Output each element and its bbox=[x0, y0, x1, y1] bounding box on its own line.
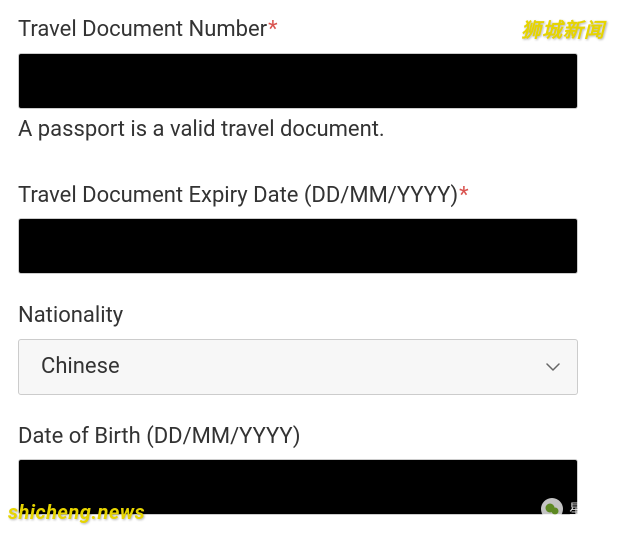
watermark-text: 星传媒 bbox=[569, 499, 611, 519]
travel-doc-number-group: Travel Document Number* A passport is a … bbox=[18, 16, 607, 142]
nationality-label: Nationality bbox=[18, 302, 607, 331]
travel-doc-expiry-label: Travel Document Expiry Date (DD/MM/YYYY)… bbox=[18, 182, 607, 211]
watermark-bottom-left: shicheng.news bbox=[8, 500, 145, 524]
watermark-top-right: 狮城新闻 bbox=[521, 14, 605, 43]
travel-doc-number-input[interactable] bbox=[18, 53, 578, 109]
watermark-bottom-right: 星传媒 bbox=[541, 498, 611, 520]
travel-doc-expiry-group: Travel Document Expiry Date (DD/MM/YYYY)… bbox=[18, 182, 607, 275]
required-mark: * bbox=[268, 17, 277, 42]
travel-doc-expiry-input[interactable] bbox=[18, 218, 578, 274]
label-text: Travel Document Expiry Date (DD/MM/YYYY) bbox=[18, 183, 458, 208]
chevron-down-icon bbox=[545, 359, 561, 375]
nationality-select[interactable]: Chinese bbox=[18, 339, 578, 395]
date-of-birth-label: Date of Birth (DD/MM/YYYY) bbox=[18, 423, 607, 452]
nationality-group: Nationality Chinese bbox=[18, 302, 607, 395]
required-mark: * bbox=[459, 183, 468, 208]
label-text: Travel Document Number bbox=[18, 17, 267, 42]
travel-doc-help-text: A passport is a valid travel document. bbox=[18, 117, 607, 142]
wechat-icon bbox=[541, 498, 563, 520]
nationality-value: Chinese bbox=[41, 354, 120, 379]
travel-doc-number-label: Travel Document Number* bbox=[18, 16, 607, 45]
